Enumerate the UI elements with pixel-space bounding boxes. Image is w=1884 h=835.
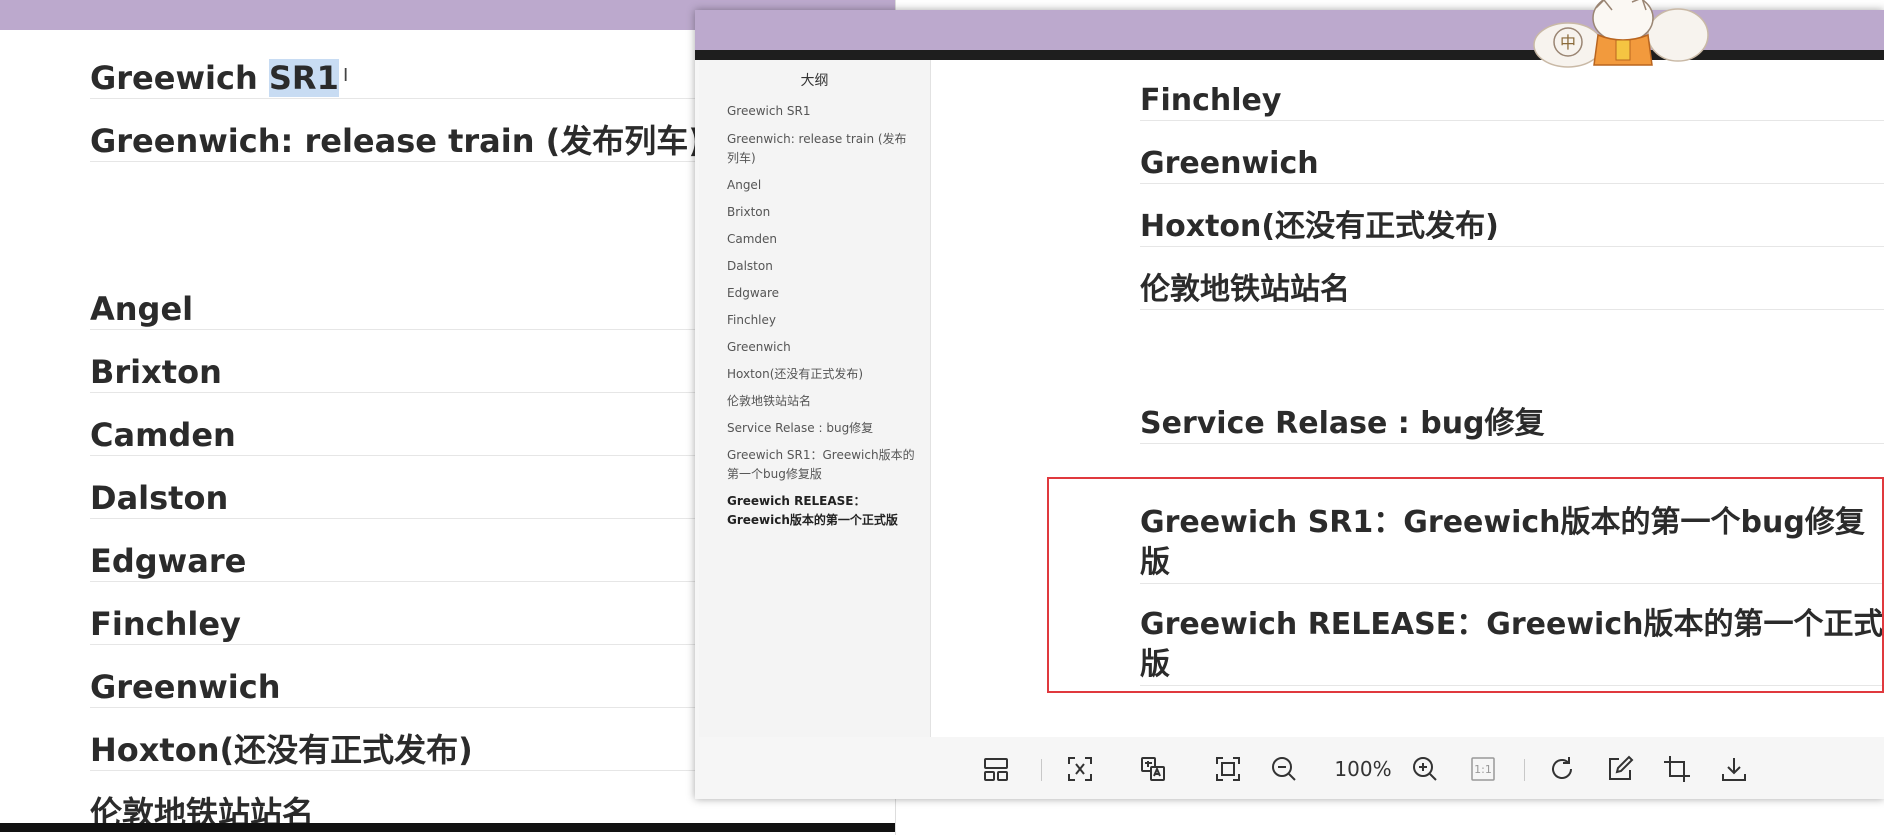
red-highlight-box bbox=[1047, 477, 1884, 693]
ocr-button[interactable] bbox=[1063, 754, 1097, 784]
outline-item: Greenwich: release train (发布列车) bbox=[727, 132, 907, 165]
outline-item: Angel bbox=[727, 178, 762, 192]
selected-text[interactable]: SR1 bbox=[268, 59, 339, 97]
taskbar-edge bbox=[0, 823, 895, 832]
ocr-scan-icon bbox=[1068, 757, 1092, 781]
actual-size-icon: 1:1 bbox=[1471, 757, 1495, 781]
zoom-level: 100% bbox=[1334, 757, 1392, 781]
mascot-cat-icon: 中 bbox=[1533, 0, 1709, 68]
rotate-button[interactable] bbox=[1545, 754, 1579, 784]
zoom-out-icon bbox=[1272, 757, 1296, 781]
crop-button[interactable] bbox=[1660, 754, 1694, 784]
layout-icon bbox=[984, 758, 1008, 781]
fit-screen-button[interactable] bbox=[1211, 754, 1245, 784]
image-viewer-window: 大纲 Greewich SR1 Greenwich: release train… bbox=[695, 10, 1884, 799]
outline-item: Camden bbox=[727, 232, 778, 246]
doc-line-finchley: Finchley bbox=[1140, 82, 1884, 121]
outline-item: Greewich SR1：Greewich版本的第一个bug修复版 bbox=[727, 448, 915, 481]
zoom-in-icon bbox=[1413, 757, 1437, 781]
doc-line-service-release: Service Relase : bug修复 bbox=[1140, 405, 1884, 444]
actual-size-label: 1:1 bbox=[1474, 763, 1492, 776]
doc-line-greenwich: Greenwich bbox=[1140, 145, 1884, 184]
layout-button[interactable] bbox=[979, 754, 1013, 784]
doc-line-hoxton: Hoxton(还没有正式发布) bbox=[1140, 208, 1884, 247]
download-icon bbox=[1722, 758, 1746, 781]
fit-screen-icon bbox=[1216, 757, 1240, 781]
edit-icon bbox=[1609, 755, 1634, 780]
outline-item: Hoxton(还没有正式发布) bbox=[727, 367, 864, 381]
mascot-badge-text: 中 bbox=[1560, 33, 1576, 52]
outline-item: Greenwich bbox=[727, 340, 791, 354]
screenshot-image[interactable]: 大纲 Greewich SR1 Greenwich: release train… bbox=[699, 60, 1884, 737]
outline-item-active: Greewich RELEASE：Greewich版本的第一个正式版 bbox=[727, 494, 898, 527]
outline-item: Dalston bbox=[727, 259, 773, 273]
zoom-in-button[interactable] bbox=[1408, 754, 1442, 784]
edit-button[interactable] bbox=[1603, 754, 1637, 784]
crop-icon bbox=[1664, 756, 1690, 782]
mascot-sticker: 中 bbox=[1528, 0, 1713, 70]
outline-item: Brixton bbox=[727, 205, 771, 219]
rotate-icon bbox=[1552, 757, 1572, 779]
text-cursor-icon: I bbox=[343, 65, 349, 86]
translate-button[interactable] bbox=[1136, 754, 1170, 784]
actual-size-button[interactable]: 1:1 bbox=[1466, 754, 1500, 784]
outline-item: 伦敦地铁站站名 bbox=[727, 394, 812, 408]
outline-item: Finchley bbox=[727, 313, 776, 327]
outline-panel: 大纲 Greewich SR1 Greenwich: release train… bbox=[699, 60, 931, 737]
doc-line-station-names: 伦敦地铁站站名 bbox=[1140, 271, 1884, 310]
download-button[interactable] bbox=[1717, 754, 1751, 784]
zoom-out-button[interactable] bbox=[1267, 754, 1301, 784]
translate-icon bbox=[1141, 757, 1165, 781]
outline-item: Service Relase : bug修复 bbox=[727, 421, 874, 435]
toolbar-separator bbox=[1524, 759, 1525, 781]
outline-item: Edgware bbox=[727, 286, 780, 300]
viewer-toolbar: 100% 1:1 bbox=[695, 737, 1884, 799]
outline-item: Greewich SR1 bbox=[727, 104, 811, 118]
outline-title: 大纲 bbox=[800, 73, 829, 89]
toolbar-separator bbox=[1041, 759, 1042, 781]
